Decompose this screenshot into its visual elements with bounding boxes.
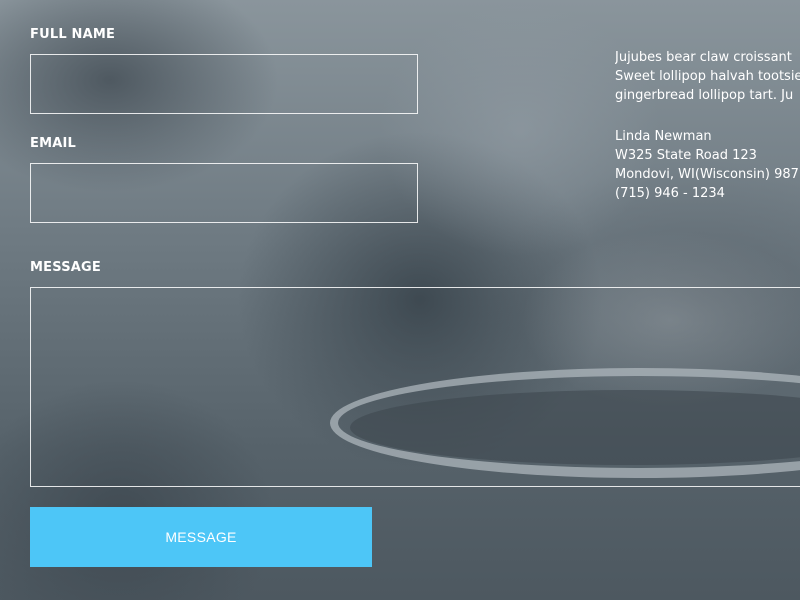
address-street: W325 State Road 123 bbox=[615, 148, 757, 163]
email-label: EMAIL bbox=[30, 136, 76, 151]
full-name-field[interactable] bbox=[30, 54, 418, 114]
phone-number: (715) 946 - 1234 bbox=[615, 186, 725, 201]
info-text-line: Sweet lollipop halvah tootsie bbox=[615, 69, 800, 84]
info-text-line: gingerbread lollipop tart. Ju bbox=[615, 88, 794, 103]
full-name-label: FULL NAME bbox=[30, 27, 116, 42]
message-field[interactable] bbox=[30, 287, 800, 487]
message-label: MESSAGE bbox=[30, 260, 101, 275]
contact-person-name: Linda Newman bbox=[615, 129, 712, 144]
message-submit-button[interactable]: MESSAGE bbox=[30, 507, 372, 567]
contact-info: Jujubes bear claw croissant Sweet lollip… bbox=[615, 48, 800, 203]
info-text-line: Jujubes bear claw croissant bbox=[615, 50, 792, 65]
email-field[interactable] bbox=[30, 163, 418, 223]
address-city: Mondovi, WI(Wisconsin) 987 bbox=[615, 167, 799, 182]
